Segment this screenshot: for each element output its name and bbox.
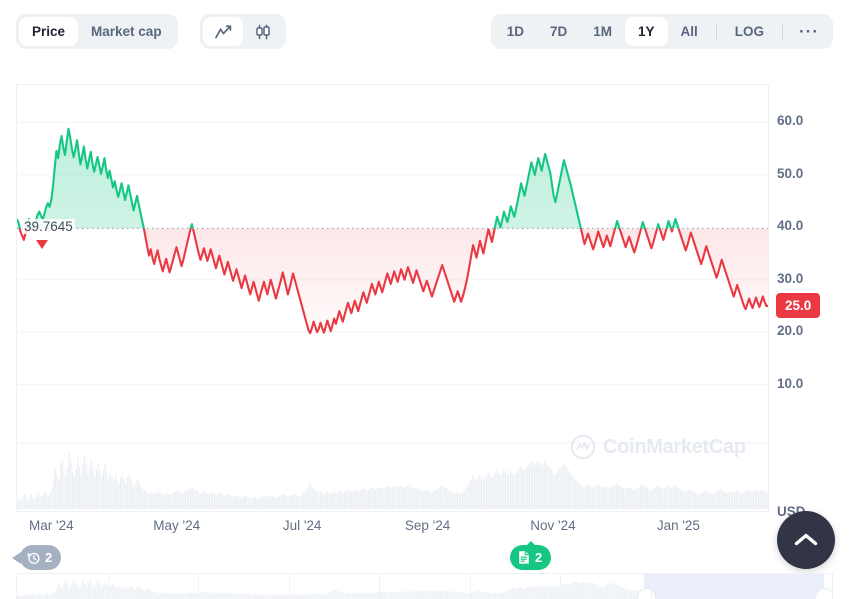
badge-tail [12, 551, 21, 564]
y-tick-20: 20.0 [777, 323, 804, 339]
range-all[interactable]: All [668, 17, 711, 46]
badge-pointer [525, 541, 536, 546]
navigator-divider [288, 574, 290, 599]
price-chart-area[interactable] [16, 84, 769, 512]
toolbar-divider-2 [782, 23, 784, 40]
range-1d[interactable]: 1D [494, 17, 537, 46]
y-tick-60: 60.0 [777, 113, 804, 129]
history-event-badge[interactable]: 2 [12, 545, 62, 570]
navigator-divider [741, 574, 743, 599]
metric-toggle-group: Price Market cap [16, 14, 178, 49]
scroll-to-top-button[interactable] [777, 511, 835, 569]
metric-toggle-price[interactable]: Price [19, 17, 79, 46]
chart-toolbar: Price Market cap 1D 7D 1M 1Y All LOG ··· [0, 0, 849, 64]
navigator-divider [107, 574, 109, 599]
news-event-count: 2 [535, 550, 543, 565]
navigator-divider [379, 574, 381, 599]
range-7d[interactable]: 7D [537, 17, 580, 46]
y-tick-30: 30.0 [777, 270, 804, 286]
y-tick-10: 10.0 [777, 375, 804, 391]
current-price-badge: 25.0 [776, 292, 821, 318]
range-1y[interactable]: 1Y [624, 17, 668, 46]
price-chart-svg [17, 121, 768, 509]
range-1m[interactable]: 1M [580, 17, 625, 46]
y-tick-40: 40.0 [777, 218, 804, 234]
navigator-selection[interactable] [644, 574, 824, 599]
navigator-handle-right[interactable] [815, 588, 832, 599]
history-event-count: 2 [45, 550, 53, 565]
navigator-divider [560, 574, 562, 599]
reference-price-label: 39.7645 [22, 218, 75, 234]
navigator-divider [469, 574, 471, 599]
y-tick-50: 50.0 [777, 165, 804, 181]
reference-price-marker-icon [36, 239, 48, 249]
x-tick-nov-24: Nov '24 [530, 518, 576, 533]
news-event-badge[interactable]: 2 [510, 541, 552, 570]
range-navigator[interactable] [16, 573, 833, 599]
y-axis: 60.0 50.0 40.0 30.0 20.0 10.0 25.0 USD [769, 84, 849, 524]
line-chart-icon[interactable] [203, 17, 243, 46]
clock-icon [27, 552, 40, 564]
metric-toggle-market-cap[interactable]: Market cap [78, 17, 175, 46]
document-icon [519, 551, 529, 564]
chevron-up-icon [794, 533, 818, 546]
candlestick-chart-icon[interactable] [243, 17, 283, 46]
x-tick-sep-24: Sep '24 [404, 518, 451, 533]
more-options-button[interactable]: ··· [788, 17, 830, 46]
toolbar-divider-1 [715, 23, 717, 40]
x-tick-jan-25: Jan '25 [656, 518, 700, 533]
log-scale-button[interactable]: LOG [722, 17, 777, 46]
x-tick-jul-24: Jul '24 [282, 518, 322, 533]
chart-type-toggle-group [200, 14, 286, 49]
navigator-divider [650, 574, 652, 599]
time-range-group: 1D 7D 1M 1Y All LOG ··· [490, 14, 833, 49]
x-tick-mar-24: Mar '24 [29, 518, 74, 533]
x-axis: Mar '24 May '24 Jul '24 Sep '24 Nov '24 … [16, 518, 769, 544]
x-tick-may-24: May '24 [153, 518, 201, 533]
navigator-divider [198, 574, 200, 599]
